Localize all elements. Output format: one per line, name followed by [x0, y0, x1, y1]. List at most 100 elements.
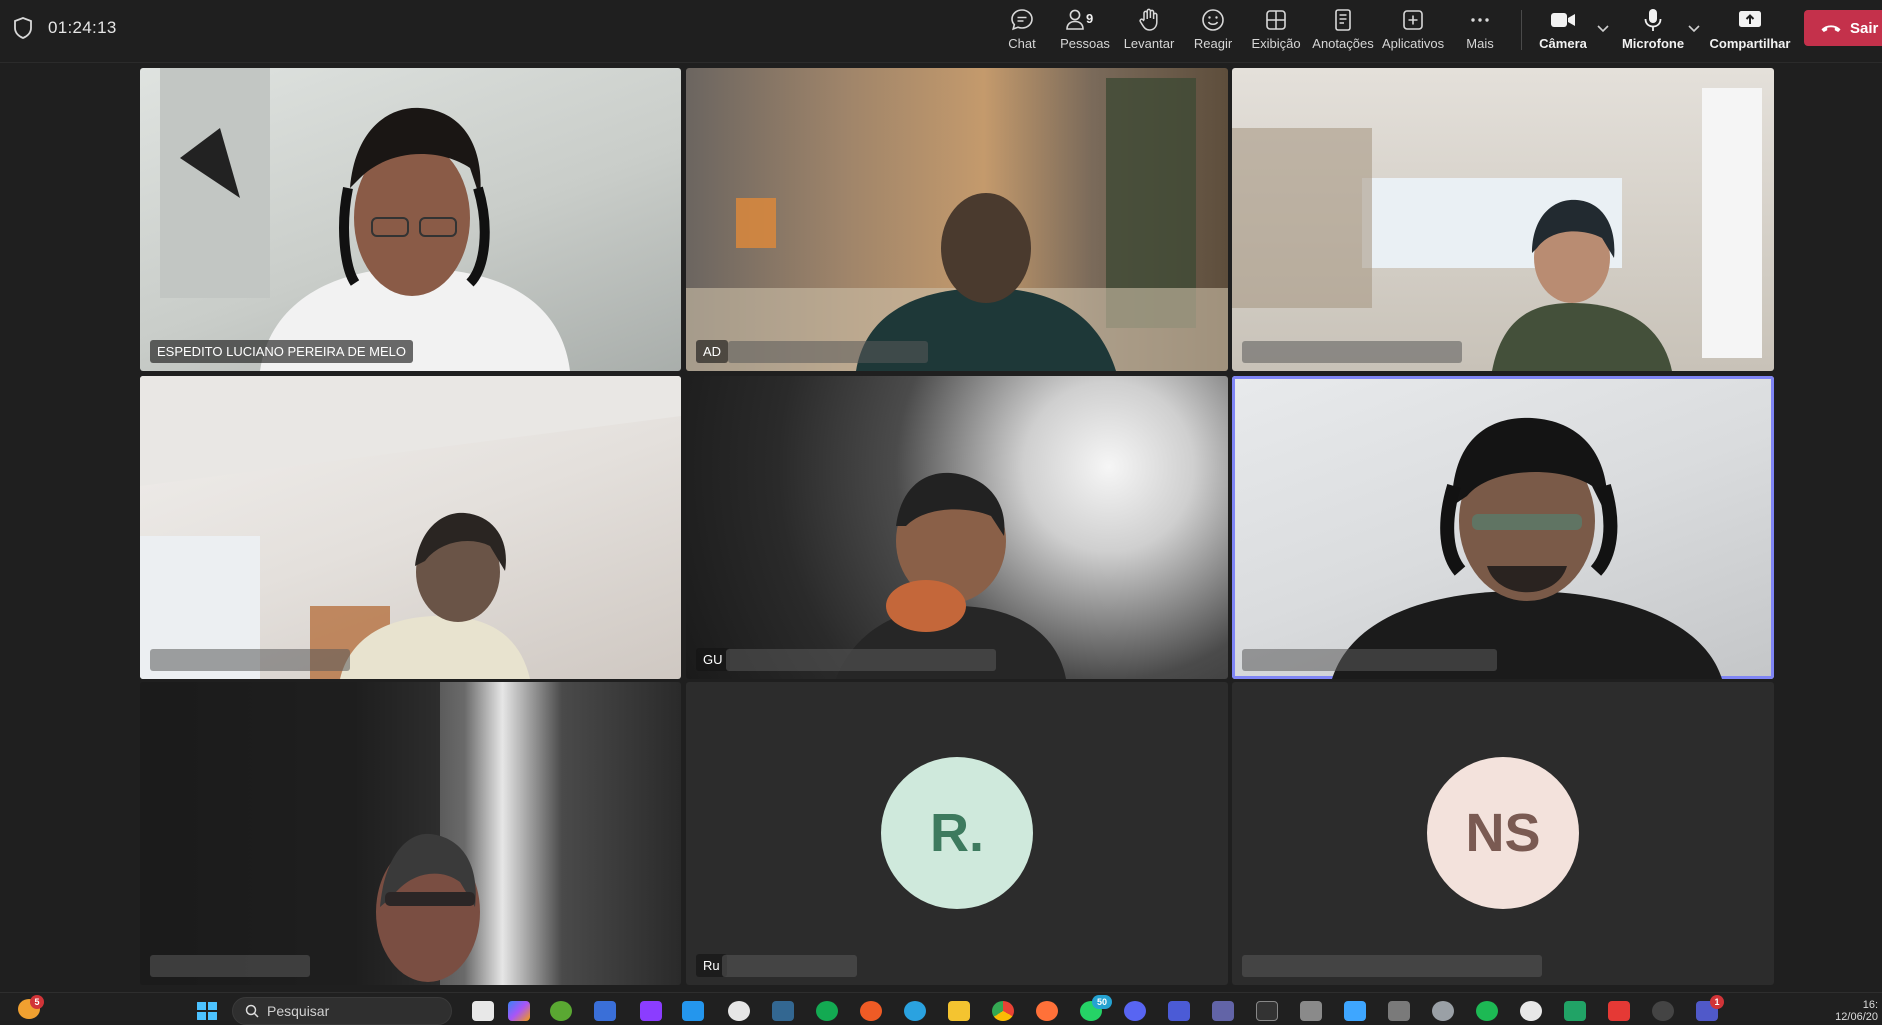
participant-video — [686, 78, 1228, 371]
app-icon-dark[interactable] — [1652, 1001, 1674, 1021]
leave-call-button[interactable]: Sair — [1804, 10, 1882, 46]
video-tile-1[interactable]: ESPEDITO LUCIANO PEREIRA DE MELO — [140, 68, 681, 371]
virtualbox-icon[interactable] — [1344, 1001, 1366, 1021]
search-placeholder: Pesquisar — [267, 1003, 330, 1019]
participant-avatar: R. — [881, 757, 1033, 909]
video-tile-2[interactable]: AD — [686, 68, 1228, 371]
avatar-initials: NS — [1465, 803, 1541, 863]
jetbrains-icon[interactable] — [640, 1001, 662, 1021]
video-tile-3[interactable] — [1232, 68, 1774, 371]
chat-button[interactable]: Chat — [1002, 6, 1042, 58]
weather-badge: 5 — [30, 995, 44, 1009]
chat-label: Chat — [1008, 36, 1036, 51]
search-icon — [245, 1004, 259, 1018]
share-screen-icon — [1739, 11, 1761, 27]
firefox-icon[interactable] — [1036, 1001, 1058, 1021]
people-count: 9 — [1086, 11, 1094, 26]
participant-avatar: NS — [1427, 757, 1579, 909]
task-view-icon[interactable] — [472, 1001, 494, 1021]
toolbar-divider — [1521, 10, 1522, 50]
app-icon-gray[interactable] — [1300, 1001, 1322, 1021]
windows-start-icon[interactable] — [196, 1001, 218, 1021]
discord-icon[interactable] — [1124, 1001, 1146, 1021]
microphone-button[interactable]: Microfone — [1622, 6, 1684, 58]
postgres-icon[interactable] — [772, 1001, 794, 1021]
teams-badge: 1 — [1710, 995, 1724, 1009]
clock-time: 16: — [1862, 999, 1878, 1011]
calculator-icon[interactable] — [1388, 1001, 1410, 1021]
participant-video — [140, 376, 681, 679]
blurred-name — [1242, 955, 1542, 977]
whatsapp-badge: 50 — [1092, 995, 1112, 1009]
notes-icon — [1335, 9, 1351, 31]
avatar-initials: R. — [930, 803, 984, 863]
app-icon-green[interactable] — [550, 1001, 572, 1021]
camera-options-chevron-icon[interactable] — [1595, 20, 1611, 36]
microphone-options-chevron-icon[interactable] — [1686, 20, 1702, 36]
video-tile-5[interactable]: GU — [686, 376, 1228, 679]
people-button[interactable]: 9 Pessoas — [1060, 6, 1110, 58]
notes-label: Anotações — [1312, 36, 1374, 51]
video-tile-6-active-speaker[interactable] — [1232, 376, 1774, 679]
spotify-icon[interactable] — [1476, 1001, 1498, 1021]
postman-icon[interactable] — [860, 1001, 882, 1021]
app-icon-cyan[interactable] — [904, 1001, 926, 1021]
app-icon-indigo[interactable] — [1168, 1001, 1190, 1021]
notes-button[interactable]: Anotações — [1312, 6, 1374, 58]
add-app-icon — [1403, 10, 1423, 30]
participant-video — [140, 682, 480, 985]
participant-video — [836, 472, 1066, 679]
chrome-icon[interactable] — [992, 1001, 1014, 1021]
teams-icon[interactable] — [1212, 1001, 1234, 1021]
video-tile-4[interactable] — [140, 376, 681, 679]
blurred-name — [150, 955, 310, 977]
blurred-name — [722, 955, 857, 977]
hand-icon — [1139, 8, 1158, 31]
raise-hand-label: Levantar — [1123, 36, 1175, 51]
blurred-name — [728, 341, 928, 363]
share-label: Compartilhar — [1709, 36, 1791, 51]
blurred-name — [726, 649, 996, 671]
camera-button[interactable]: Câmera — [1539, 6, 1587, 58]
chat-icon — [1011, 9, 1033, 31]
view-button[interactable]: Exibição — [1251, 6, 1301, 58]
blurred-name — [150, 649, 350, 671]
shield-icon — [14, 17, 32, 39]
participant-video — [160, 68, 570, 371]
meeting-toolbar: 01:24:13 Chat 9 Pessoas Levantar Reagir … — [0, 0, 1882, 63]
apps-label: Aplicativos — [1381, 36, 1445, 51]
video-tile-9[interactable]: NS — [1232, 682, 1774, 985]
participant-video — [1332, 417, 1722, 679]
app-icon-red[interactable] — [1608, 1001, 1630, 1021]
terminal-icon[interactable] — [1256, 1001, 1278, 1021]
app-icon-blue[interactable] — [594, 1001, 616, 1021]
microphone-label: Microfone — [1621, 36, 1685, 51]
system-clock[interactable]: 16: 12/06/20 — [1835, 999, 1878, 1023]
participant-video — [1232, 88, 1762, 371]
clock-app-icon[interactable] — [1520, 1001, 1542, 1021]
share-button[interactable]: Compartilhar — [1709, 6, 1791, 58]
file-explorer-icon[interactable] — [948, 1001, 970, 1021]
taskbar-search[interactable]: Pesquisar — [232, 997, 452, 1025]
react-button[interactable]: Reagir — [1194, 6, 1232, 58]
blurred-name — [1242, 341, 1462, 363]
windows-taskbar: 5 Pesquisar 50 1 16: 12/06/20 — [0, 992, 1882, 1025]
settings-gear-icon[interactable] — [1432, 1001, 1454, 1021]
mongodb-icon[interactable] — [816, 1001, 838, 1021]
apps-button[interactable]: Aplicativos — [1382, 6, 1444, 58]
blurred-name — [1242, 649, 1497, 671]
app-icon-clock[interactable] — [728, 1001, 750, 1021]
people-label: Pessoas — [1060, 36, 1110, 51]
more-dots-icon — [1471, 18, 1489, 22]
video-tile-7[interactable] — [140, 682, 681, 985]
more-button[interactable]: Mais — [1464, 6, 1496, 58]
app-icon-green-doc[interactable] — [1564, 1001, 1586, 1021]
grid-view-icon — [1266, 10, 1286, 30]
copilot-icon[interactable] — [508, 1001, 530, 1021]
clock-date: 12/06/20 — [1835, 1011, 1878, 1023]
video-tile-8[interactable]: R. Ru — [686, 682, 1228, 985]
raise-hand-button[interactable]: Levantar — [1124, 6, 1174, 58]
meeting-timer: 01:24:13 — [48, 18, 117, 37]
react-label: Reagir — [1193, 36, 1233, 51]
vscode-icon[interactable] — [682, 1001, 704, 1021]
